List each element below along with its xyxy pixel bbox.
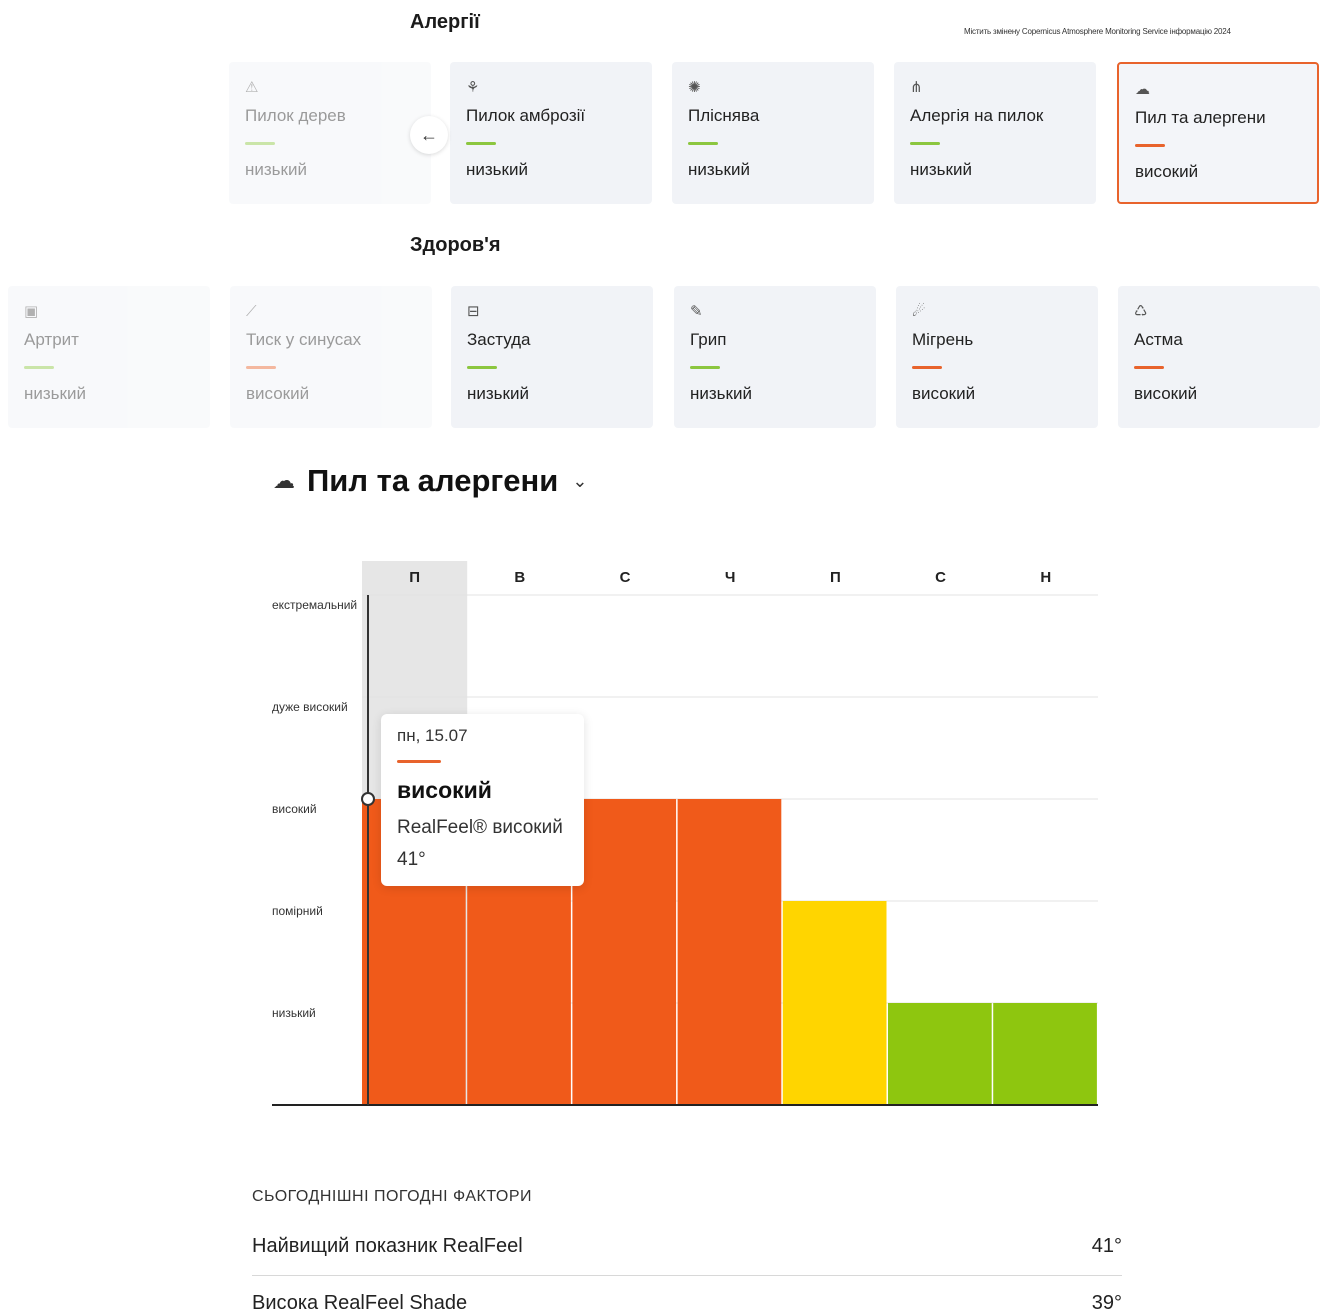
x-tick-label: Н xyxy=(1040,569,1051,586)
factor-value: 41° xyxy=(1091,1235,1122,1257)
cursor-marker xyxy=(361,792,375,806)
x-tick-label: П xyxy=(830,569,841,586)
x-tick-label: В xyxy=(514,569,525,586)
tooltip-date: пн, 15.07 xyxy=(397,726,468,745)
factor-row: Висока RealFeel Shade 39° xyxy=(252,1292,1122,1315)
y-tick-label: помірний xyxy=(272,904,323,918)
y-tick-label: низький xyxy=(272,1006,316,1020)
divider xyxy=(252,1275,1122,1276)
bar-5 xyxy=(888,1003,992,1105)
tooltip-realfeel-label: RealFeel® високий xyxy=(397,817,563,838)
y-tick-label: високий xyxy=(272,802,317,816)
chart-tooltip: пн, 15.07 високий RealFeel® високий 41° xyxy=(381,714,584,886)
factor-row: Найвищий показник RealFeel 41° xyxy=(252,1235,1122,1258)
bar-6 xyxy=(993,1003,1097,1105)
forecast-chart: П В С Ч П С Ннизький помірний високий дуже високи… xyxy=(272,561,1098,1106)
factors-title: СЬОГОДНІШНІ ПОГОДНІ ФАКТОРИ xyxy=(252,1188,533,1205)
x-tick-label: С xyxy=(935,569,946,586)
y-tick-label: екстремальний xyxy=(272,598,357,612)
bar-2 xyxy=(572,799,677,1105)
factor-value: 39° xyxy=(1091,1292,1122,1314)
x-tick-label: П xyxy=(409,569,420,586)
x-tick-label: С xyxy=(620,569,631,586)
tooltip-level: високий xyxy=(397,777,492,803)
y-tick-label: дуже високий xyxy=(272,700,348,714)
factor-label: Висока RealFeel Shade xyxy=(252,1292,468,1314)
tooltip-level-bar xyxy=(397,760,441,763)
bar-3 xyxy=(677,799,782,1105)
factor-label: Найвищий показник RealFeel xyxy=(252,1235,523,1257)
x-tick-label: Ч xyxy=(725,569,736,586)
bar-4 xyxy=(782,901,887,1105)
tooltip-realfeel-value: 41° xyxy=(397,849,426,870)
